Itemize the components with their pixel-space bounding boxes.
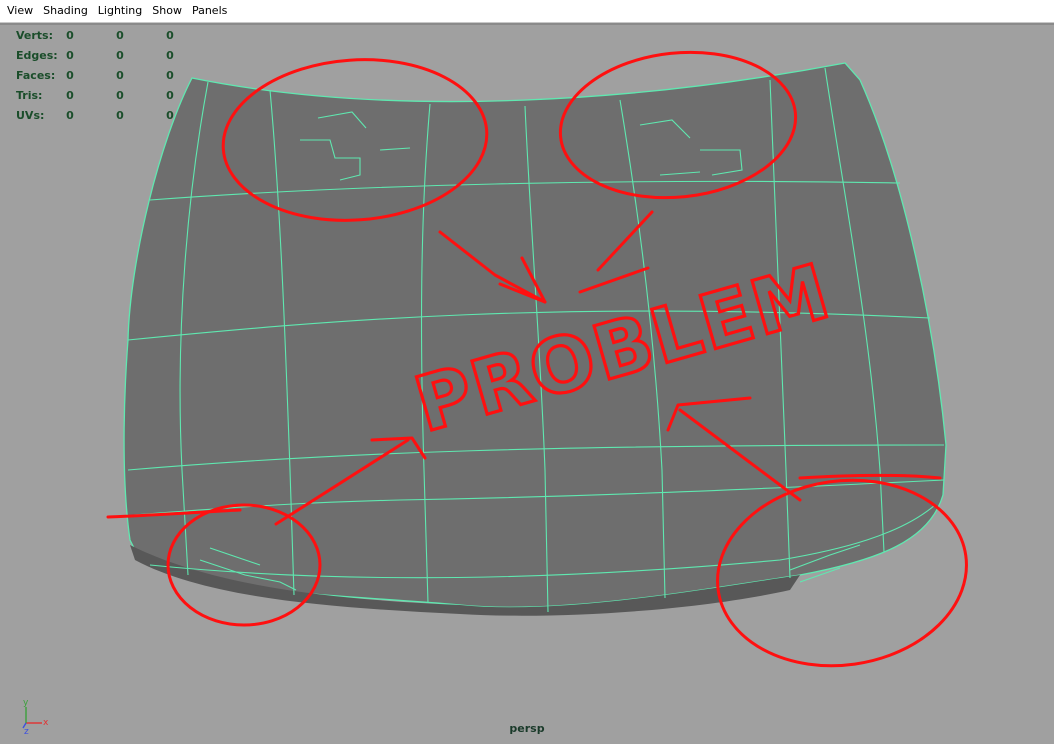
hud-value: 0	[66, 69, 74, 82]
hud-value: 0	[166, 109, 174, 122]
hud-value: 0	[116, 49, 124, 62]
hud-value: 0	[116, 69, 124, 82]
hud-row-faces: Faces: 0 0 0	[16, 69, 186, 89]
hud-value: 0	[66, 49, 74, 62]
hud-value: 0	[166, 29, 174, 42]
hud-value: 0	[166, 69, 174, 82]
hud-label: Faces:	[16, 69, 56, 82]
menu-view[interactable]: View	[0, 0, 38, 22]
perspective-viewport[interactable]: Verts: 0 0 0 Edges: 0 0 0 Faces: 0 0 0 T…	[0, 23, 1054, 744]
poly-count-hud: Verts: 0 0 0 Edges: 0 0 0 Faces: 0 0 0 T…	[16, 29, 186, 129]
hud-value: 0	[66, 109, 74, 122]
hud-label: Verts:	[16, 29, 54, 42]
hud-row-uvs: UVs: 0 0 0	[16, 109, 186, 129]
menu-show[interactable]: Show	[147, 0, 187, 22]
hud-value: 0	[116, 29, 124, 42]
menu-lighting[interactable]: Lighting	[93, 0, 147, 22]
hud-row-tris: Tris: 0 0 0	[16, 89, 186, 109]
menu-shading[interactable]: Shading	[38, 0, 93, 22]
hud-value: 0	[116, 109, 124, 122]
hud-row-verts: Verts: 0 0 0	[16, 29, 186, 49]
camera-name-label: persp	[509, 722, 545, 735]
hud-label: Tris:	[16, 89, 43, 102]
hud-value: 0	[66, 29, 74, 42]
axis-y-label: y	[23, 698, 29, 708]
hud-value: 0	[66, 89, 74, 102]
scene-canvas[interactable]: PROBLEM	[0, 23, 1054, 744]
maya-viewport-window: View Shading Lighting Show Panels Verts:…	[0, 0, 1054, 744]
hud-row-edges: Edges: 0 0 0	[16, 49, 186, 69]
hud-value: 0	[166, 89, 174, 102]
menu-panels[interactable]: Panels	[187, 0, 232, 22]
hud-value: 0	[166, 49, 174, 62]
hud-label: Edges:	[16, 49, 58, 62]
hud-value: 0	[116, 89, 124, 102]
viewport-menubar: View Shading Lighting Show Panels	[0, 0, 1054, 23]
hud-label: UVs:	[16, 109, 45, 122]
